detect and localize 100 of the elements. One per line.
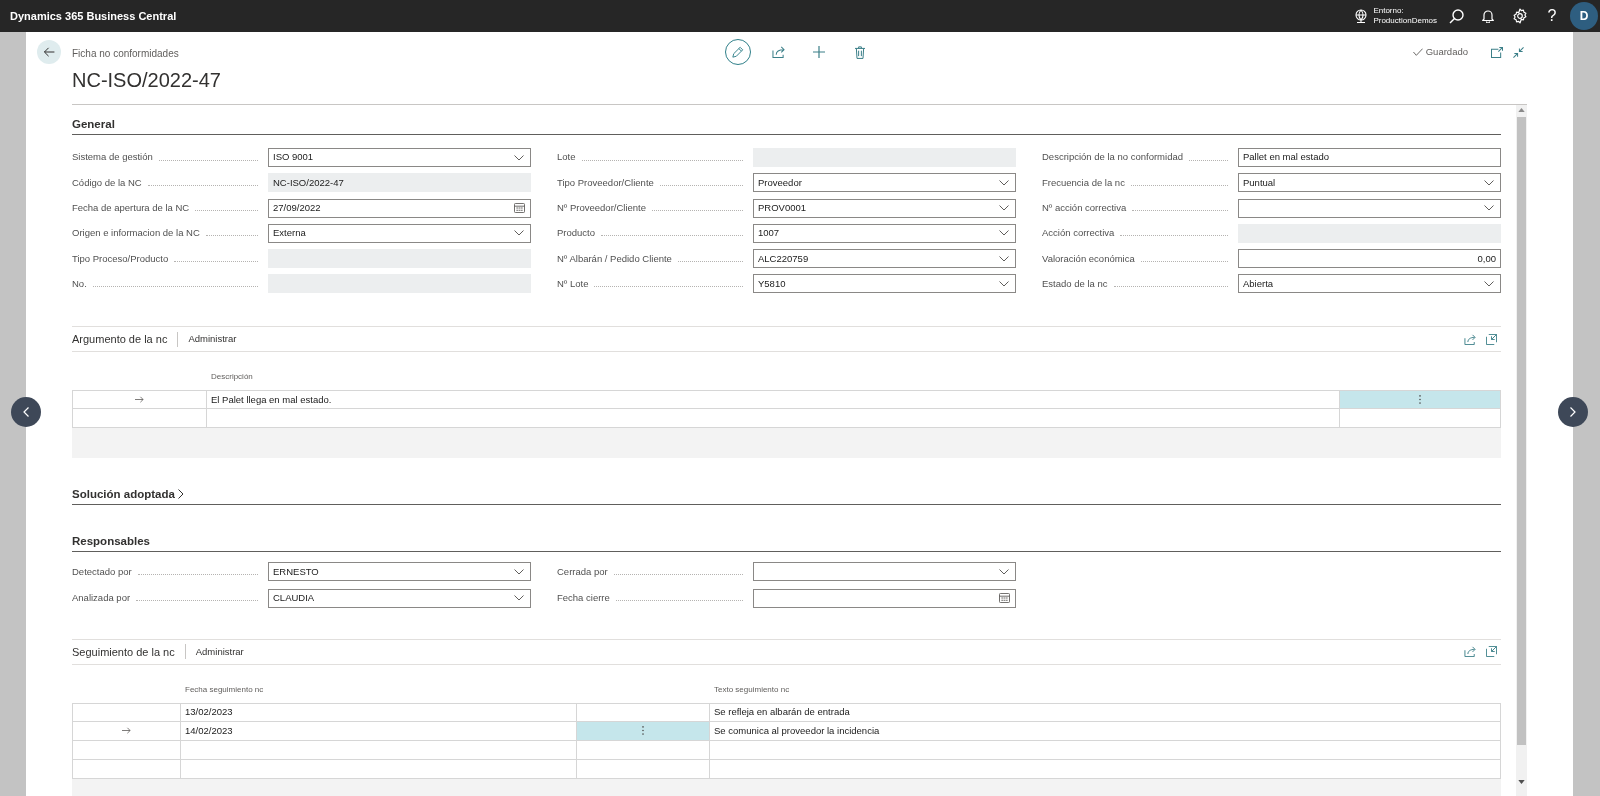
column-header: Descripción [211, 372, 253, 382]
chevron-down-icon [999, 281, 1009, 287]
chevron-down-icon [1484, 205, 1494, 212]
arrow-right-icon [122, 727, 131, 735]
field-label: Nº Albarán / Pedido Cliente [557, 251, 672, 266]
dropdown-field[interactable] [753, 562, 1016, 582]
chevron-down-icon [514, 569, 524, 575]
field-label: Cerrada por [557, 564, 608, 579]
scrollbar-thumb[interactable] [1517, 117, 1526, 745]
table-cell: Se refleja en albarán de entrada [710, 703, 1501, 722]
date-field[interactable]: 27/09/2022 [268, 198, 531, 218]
field-label: Nº Lote [557, 276, 589, 291]
caret-up-icon[interactable] [1518, 108, 1525, 112]
field-label: Valoración económica [1042, 251, 1135, 266]
dropdown-field[interactable]: Puntual [1238, 173, 1501, 193]
part-title: Argumento de la nc [72, 332, 168, 348]
search-icon[interactable] [1448, 8, 1464, 24]
field-label: Detectado por [72, 564, 132, 579]
dropdown-field[interactable] [1238, 198, 1501, 218]
field-label: Nº acción correctiva [1042, 200, 1127, 215]
chevron-down-icon [999, 179, 1009, 186]
share-icon[interactable] [1464, 334, 1476, 345]
column-header: Fecha seguimiento nc [185, 685, 264, 694]
dropdown-field[interactable]: Externa [268, 223, 531, 243]
field-label: Analizada por [72, 591, 131, 606]
arrow-right-icon [135, 396, 144, 404]
manage-button[interactable]: Administrar [188, 332, 237, 347]
field-label: Sistema de gestión [72, 150, 153, 165]
chevron-down-icon [514, 230, 524, 237]
share-icon[interactable] [1464, 646, 1476, 658]
field-label: Tipo Proveedor/Cliente [557, 175, 654, 190]
checkmark-icon [1412, 48, 1423, 56]
environment-label: Entorno: [1373, 6, 1405, 16]
trash-icon[interactable] [855, 45, 865, 59]
breadcrumb: Ficha no conformidades [72, 48, 179, 59]
field-label: No. [72, 276, 87, 291]
expand-icon[interactable] [1486, 646, 1497, 658]
field-label: Descripción de la no conformidad [1042, 150, 1183, 165]
dropdown-field[interactable]: ERNESTO [268, 562, 531, 582]
column-header: Texto seguimiento nc [714, 685, 790, 694]
dropdown-field[interactable]: 1007 [753, 223, 1016, 243]
field-label: Frecuencia de la nc [1042, 175, 1125, 190]
manage-button[interactable]: Administrar [195, 644, 244, 660]
text-field[interactable]: Pallet en mal estado [1238, 148, 1501, 167]
avatar[interactable]: D [1570, 2, 1598, 30]
part-title: Seguimiento de la nc [72, 644, 175, 660]
pencil-icon [732, 46, 744, 58]
back-button[interactable] [37, 40, 61, 64]
settings-icon[interactable] [1512, 8, 1528, 24]
dropdown-field[interactable]: CLAUDIA [268, 589, 531, 608]
plus-icon[interactable] [813, 46, 825, 58]
chevron-right-icon[interactable] [177, 489, 184, 500]
field-label: Tipo Proceso/Producto [72, 251, 169, 266]
scrollbar[interactable] [1516, 105, 1527, 796]
new-window-icon[interactable] [1491, 46, 1503, 58]
chevron-down-icon [999, 230, 1009, 237]
dropdown-field[interactable]: PROV0001 [753, 198, 1016, 218]
date-field[interactable] [753, 589, 1016, 608]
help-button[interactable]: ? [1547, 7, 1557, 25]
number-field[interactable]: 0,00 [1238, 249, 1501, 269]
caret-down-icon[interactable] [1518, 780, 1525, 784]
bell-icon[interactable] [1482, 9, 1494, 23]
globe-icon[interactable] [1354, 9, 1369, 23]
collapse-icon[interactable] [1512, 46, 1524, 58]
section-title: Responsables [72, 534, 150, 550]
calendar-icon[interactable] [514, 203, 525, 214]
chevron-right-icon [1570, 407, 1576, 417]
row-actions-cell[interactable] [1340, 390, 1501, 410]
app-title: Dynamics 365 Business Central [10, 8, 177, 24]
dropdown-field[interactable]: ALC220759 [753, 249, 1016, 269]
section-title: General [72, 117, 115, 132]
chevron-down-icon [999, 569, 1009, 575]
next-record-button[interactable] [1558, 397, 1588, 427]
field-label: Lote [557, 150, 576, 165]
table-cell: El Palet llega en mal estado. [207, 390, 1340, 410]
expand-icon[interactable] [1486, 334, 1497, 345]
share-icon[interactable] [771, 46, 785, 58]
table-cell: 13/02/2023 [181, 703, 577, 722]
dropdown-field[interactable]: Proveedor [753, 173, 1016, 193]
dropdown-field[interactable]: Abierta [1238, 274, 1501, 294]
save-status: Guardado [1425, 44, 1468, 59]
chevron-down-icon [999, 255, 1009, 262]
page-title: NC-ISO/2022-47 [72, 68, 221, 93]
section-title[interactable]: Solución adoptada [72, 485, 175, 504]
chevron-down-icon [1484, 179, 1494, 186]
chevron-left-icon [23, 407, 29, 417]
field-label: Código de la NC [72, 175, 142, 190]
field-label: Acción correctiva [1042, 226, 1115, 241]
arrow-left-icon [43, 47, 55, 57]
field-label: Producto [557, 226, 596, 241]
previous-record-button[interactable] [11, 397, 41, 427]
calendar-icon[interactable] [999, 593, 1010, 604]
environment-name: ProductionDemos [1373, 16, 1437, 26]
chevron-down-icon [514, 154, 524, 161]
dropdown-field[interactable]: ISO 9001 [268, 148, 531, 167]
dropdown-field[interactable]: Y5810 [753, 274, 1016, 294]
field-label: Fecha de apertura de la NC [72, 200, 190, 215]
field-label: Origen e informacion de la NC [72, 226, 200, 241]
field-label: Estado de la nc [1042, 276, 1108, 291]
field-label: Fecha cierre [557, 591, 610, 606]
